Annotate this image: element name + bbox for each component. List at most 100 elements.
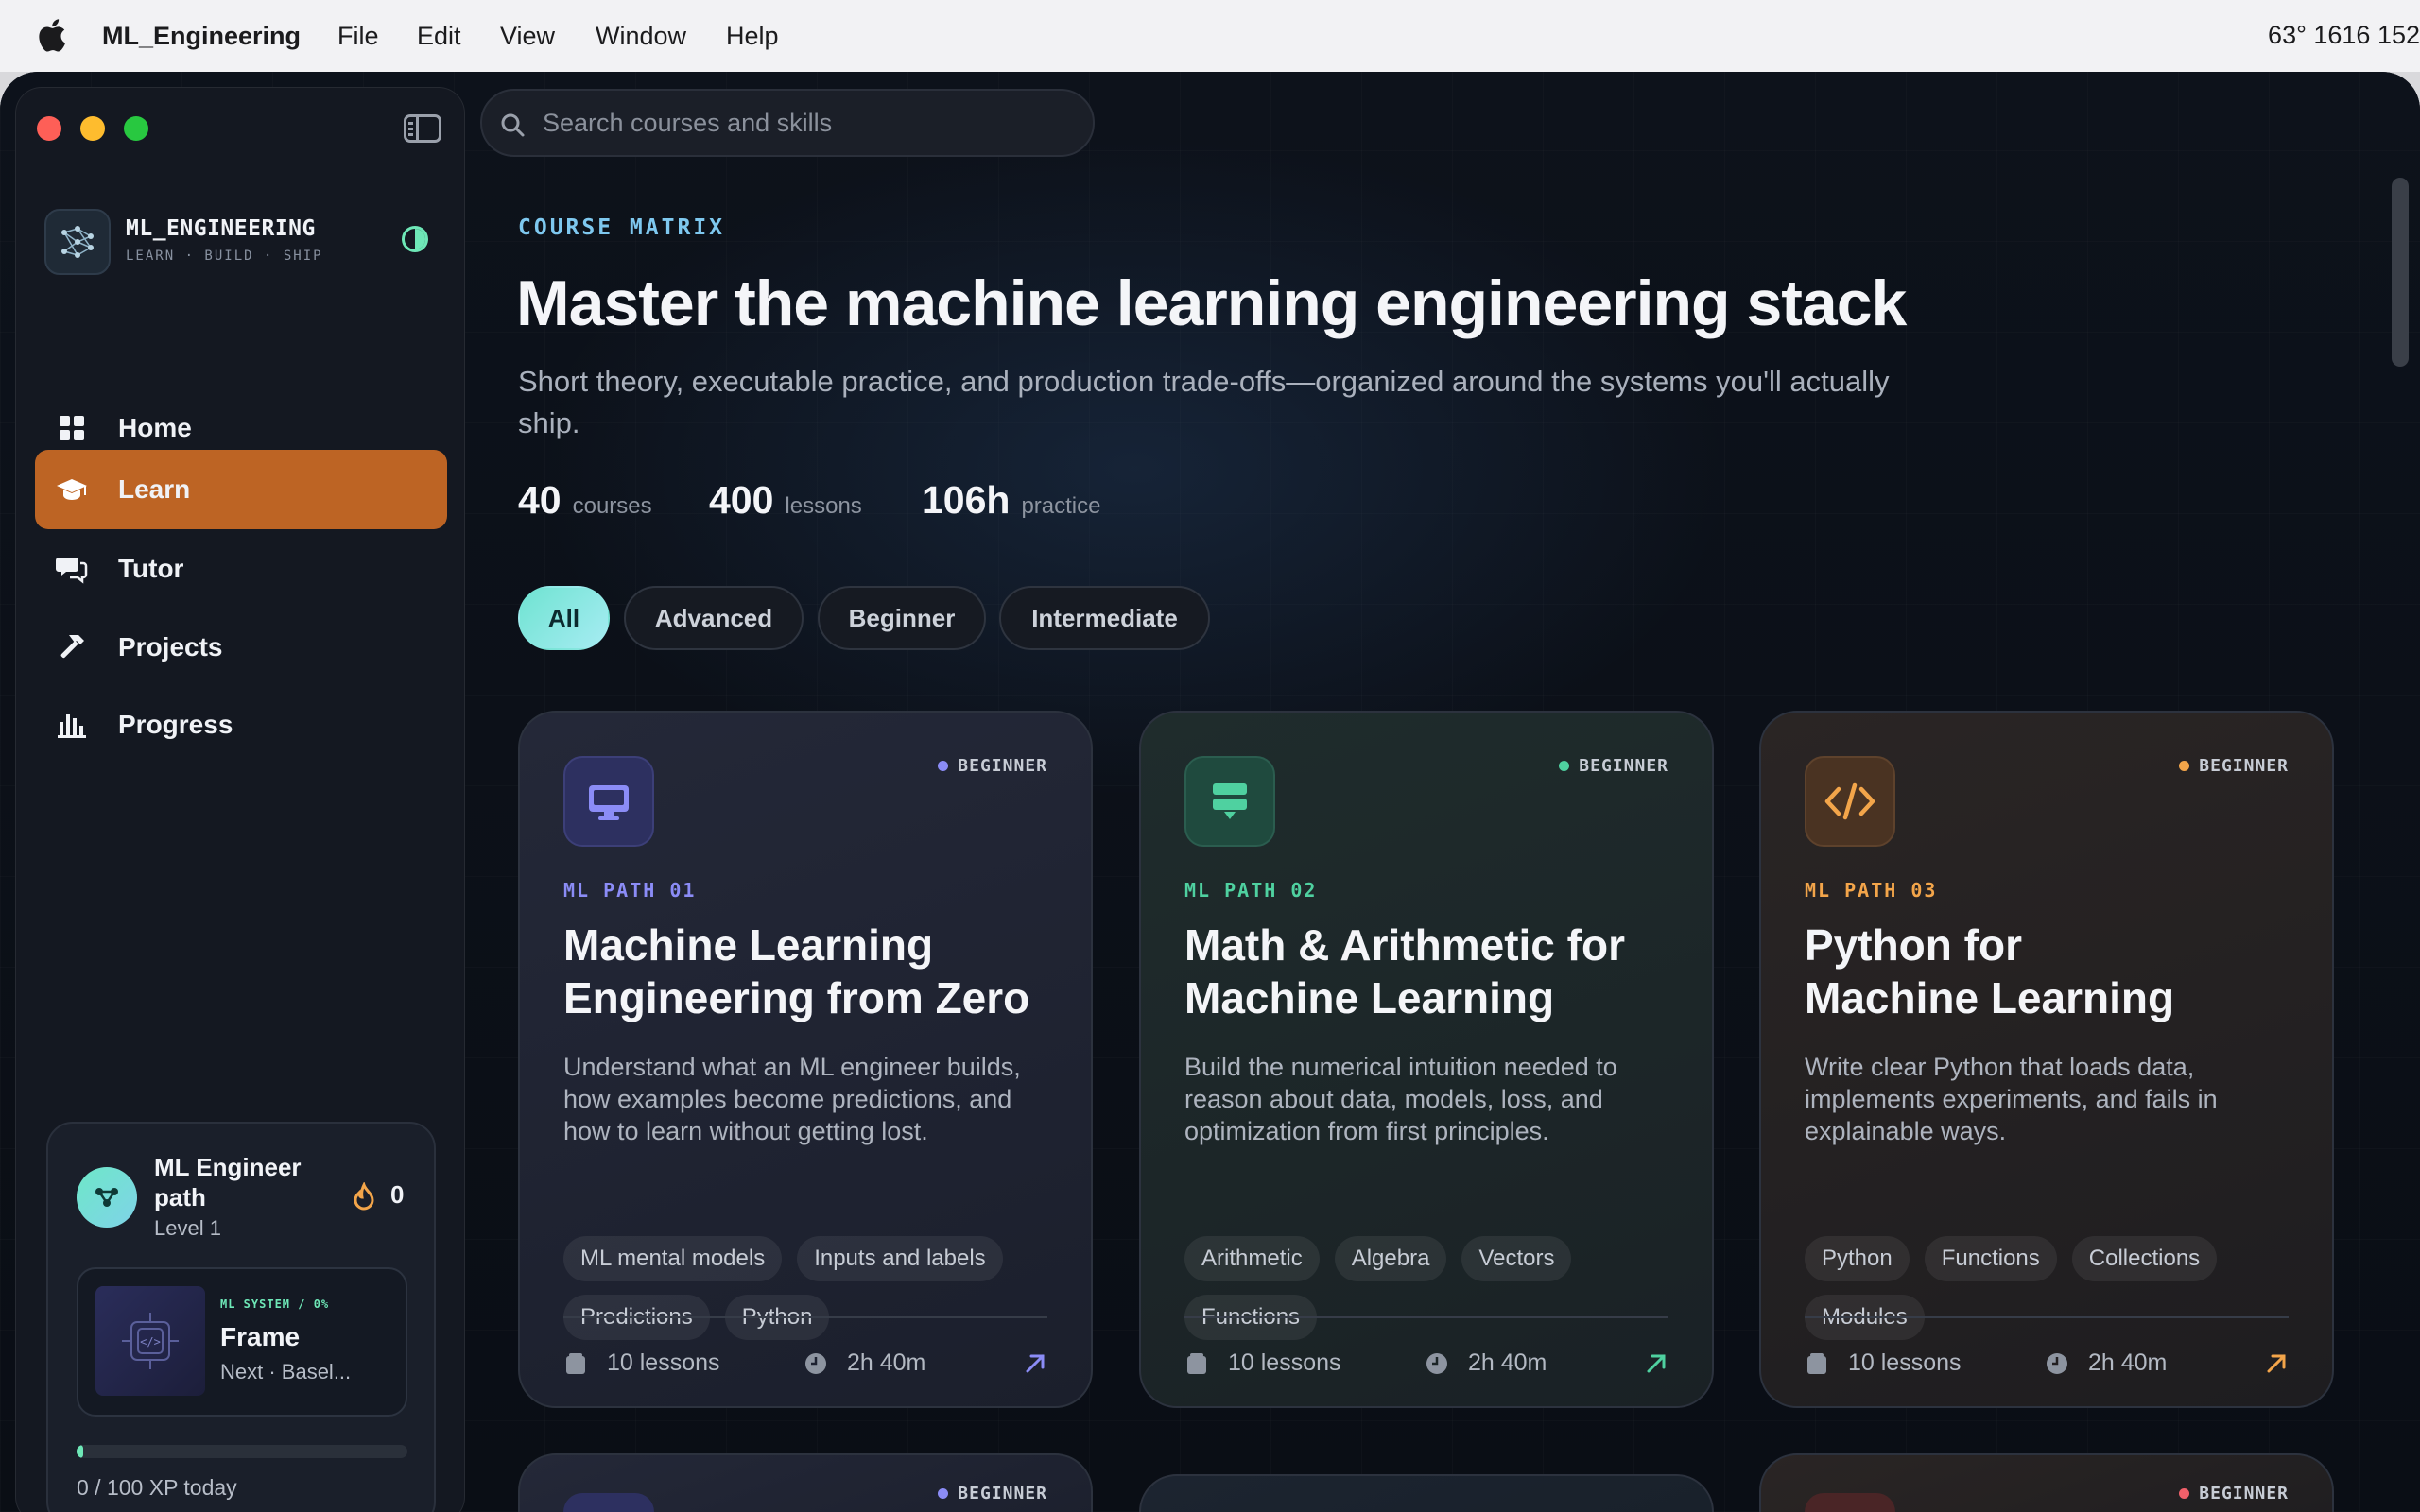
course-lessons-count: 10 lessons <box>1848 1349 1962 1376</box>
course-lessons-count: 10 lessons <box>607 1349 720 1376</box>
xp-progress-fill <box>77 1445 83 1458</box>
app-menu-title[interactable]: ML_Engineering <box>102 22 301 51</box>
app-window: ML_ENGINEERING LEARN · BUILD · SHIP Home… <box>0 72 2420 1512</box>
flame-icon <box>354 1182 374 1211</box>
scrollbar-thumb[interactable] <box>2392 178 2409 367</box>
course-lessons: 10 lessons <box>563 1349 720 1377</box>
stat-lessons-value: 400 <box>709 478 774 522</box>
graduation-cap-icon <box>57 479 87 500</box>
course-card[interactable]: BEGINNER <box>1759 1453 2334 1512</box>
stat-practice-value: 106h <box>922 478 1011 522</box>
menu-edit[interactable]: Edit <box>417 22 461 51</box>
current-module-card[interactable]: </> ML SYSTEM / 0% Frame Next · Basel... <box>77 1267 407 1417</box>
apple-icon[interactable] <box>36 17 66 53</box>
stat-courses: 40 courses <box>518 478 652 523</box>
section-kicker: COURSE MATRIX <box>518 215 726 240</box>
course-level-badge: BEGINNER <box>938 1484 1047 1503</box>
arrow-up-right-icon[interactable] <box>1023 1351 1047 1376</box>
course-footer: 10 lessons 2h 40m <box>1141 713 1712 1406</box>
clock-icon <box>2047 1352 2067 1374</box>
module-next-step: Next · Basel... <box>220 1360 352 1383</box>
book-stack-icon <box>566 1352 585 1374</box>
path-title: ML Engineer path <box>154 1153 302 1211</box>
stat-practice-label: practice <box>1021 493 1101 519</box>
learning-path-card[interactable]: ML Engineer path Level 1 0 </> ML SYSTEM… <box>46 1122 436 1512</box>
search-bar <box>480 89 1095 157</box>
course-lessons-count: 10 lessons <box>1228 1349 1341 1376</box>
nav-label-learn: Learn <box>118 474 191 504</box>
course-card[interactable]: BEGINNER ML PATH 03 Python for Machine L… <box>1759 711 2334 1408</box>
code-frame-icon: </> <box>122 1313 179 1369</box>
course-lessons: 10 lessons <box>1805 1349 1962 1377</box>
module-kicker: ML SYSTEM / 0% <box>220 1297 330 1311</box>
menu-window[interactable]: Window <box>596 22 686 51</box>
filter-advanced[interactable]: Advanced <box>624 586 804 650</box>
page-subtitle: Short theory, executable practice, and p… <box>518 365 1890 439</box>
course-duration: 2h 40m <box>1425 1349 1547 1377</box>
menu-view[interactable]: View <box>500 22 555 51</box>
filter-beginner[interactable]: Beginner <box>818 586 986 650</box>
module-title: Frame <box>220 1322 301 1351</box>
course-icon-box <box>1805 1493 1895 1512</box>
nav-label-progress: Progress <box>118 710 233 739</box>
nav-item-learn[interactable]: Learn <box>35 450 447 529</box>
course-divider <box>563 1316 1047 1318</box>
course-lessons: 10 lessons <box>1184 1349 1341 1377</box>
course-duration-value: 2h 40m <box>847 1349 926 1376</box>
course-card[interactable]: BEGINNER <box>518 1453 1093 1512</box>
brand-logo <box>44 209 111 275</box>
xp-progress-bar <box>77 1445 407 1458</box>
course-duration: 2h 40m <box>804 1349 925 1377</box>
menu-help[interactable]: Help <box>726 22 779 51</box>
nav-label-tutor: Tutor <box>118 554 184 583</box>
arrow-up-right-icon[interactable] <box>1644 1351 1668 1376</box>
course-level: BEGINNER <box>958 1484 1047 1503</box>
arrow-up-right-icon[interactable] <box>2264 1351 2289 1376</box>
streak-count: 0 <box>390 1180 405 1209</box>
svg-text:</>: </> <box>140 1335 161 1349</box>
stat-courses-value: 40 <box>518 478 562 522</box>
book-stack-icon <box>1187 1352 1206 1374</box>
sidebar-toggle-icon[interactable] <box>404 114 441 143</box>
sidebar: ML_ENGINEERING LEARN · BUILD · SHIP Home… <box>15 87 465 1512</box>
menu-file[interactable]: File <box>337 22 379 51</box>
course-card[interactable] <box>1139 1474 1714 1512</box>
nav-label-projects: Projects <box>118 632 223 662</box>
filter-all[interactable]: All <box>518 586 610 650</box>
course-divider <box>1184 1316 1668 1318</box>
close-window-button[interactable] <box>37 116 61 141</box>
stat-courses-label: courses <box>572 493 652 519</box>
minimize-window-button[interactable] <box>80 116 105 141</box>
brand-tagline: LEARN · BUILD · SHIP <box>126 249 323 264</box>
stat-practice: 106h practice <box>922 478 1101 523</box>
theme-toggle-icon[interactable] <box>402 226 428 252</box>
course-footer: 10 lessons 2h 40m <box>1761 713 2332 1406</box>
course-duration-value: 2h 40m <box>2088 1349 2168 1376</box>
zoom-window-button[interactable] <box>124 116 148 141</box>
course-card[interactable]: BEGINNER ML PATH 02 Math & Arithmetic fo… <box>1139 711 1714 1408</box>
filter-intermediate[interactable]: Intermediate <box>999 586 1210 650</box>
clock-icon <box>805 1352 826 1374</box>
book-stack-icon <box>1807 1352 1826 1374</box>
path-avatar <box>77 1167 137 1228</box>
chat-bubbles-icon <box>56 558 88 584</box>
path-level: Level 1 <box>154 1216 221 1240</box>
nav-item-projects[interactable]: Projects <box>35 608 447 687</box>
course-footer: 10 lessons 2h 40m <box>520 713 1091 1406</box>
page-title: Master the machine learning engineering … <box>516 267 1907 339</box>
xp-progress-text: 0 / 100 XP today <box>77 1475 237 1500</box>
nav-item-tutor[interactable]: Tutor <box>35 529 447 609</box>
course-duration: 2h 40m <box>2045 1349 2167 1377</box>
stat-lessons: 400 lessons <box>709 478 862 523</box>
stat-lessons-label: lessons <box>785 493 862 519</box>
module-thumbnail: </> <box>95 1286 205 1396</box>
course-card[interactable]: BEGINNER ML PATH 01 Machine Learning Eng… <box>518 711 1093 1408</box>
nav-item-progress[interactable]: Progress <box>35 685 447 765</box>
bar-chart-icon <box>58 714 86 738</box>
course-icon-box <box>563 1493 654 1512</box>
nav-label-home: Home <box>118 413 192 442</box>
clock-icon <box>1426 1352 1447 1374</box>
network-nodes-icon <box>95 1188 118 1207</box>
course-level: BEGINNER <box>2199 1484 2289 1503</box>
search-input[interactable] <box>543 91 1072 155</box>
